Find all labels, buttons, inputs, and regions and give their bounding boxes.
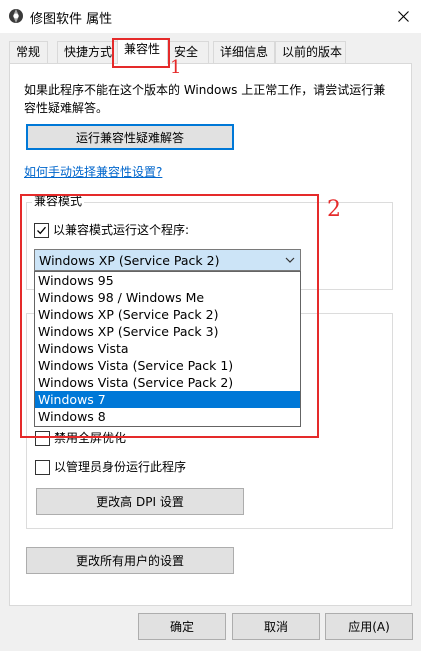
annotation-number-1: 1 [170, 57, 182, 78]
app-icon [8, 8, 24, 24]
tab-previous-versions[interactable]: 以前的版本 [275, 41, 346, 63]
change-dpi-button[interactable]: 更改高 DPI 设置 [36, 488, 244, 515]
annotation-box-2 [20, 194, 319, 438]
intro-text-line1: 如果此程序不能在这个版本的 Windows 上正常工作，请尝试运行兼 [24, 83, 386, 97]
run-troubleshooter-button[interactable]: 运行兼容性疑难解答 [26, 124, 234, 150]
run-as-admin-label: 以管理员身份运行此程序 [54, 460, 187, 474]
ok-button[interactable]: 确定 [138, 613, 226, 640]
tab-details[interactable]: 详细信息 [213, 41, 275, 63]
apply-button[interactable]: 应用(A) [325, 613, 413, 640]
window-title: 修图软件 属性 [30, 12, 113, 27]
annotation-box-1 [112, 38, 170, 68]
run-as-admin-row[interactable]: 以管理员身份运行此程序 [35, 458, 186, 476]
tab-shortcut[interactable]: 快捷方式 [57, 41, 118, 63]
annotation-number-2: 2 [327, 197, 341, 222]
close-button[interactable] [385, 0, 421, 33]
change-all-users-button[interactable]: 更改所有用户的设置 [26, 547, 234, 574]
run-as-admin-checkbox[interactable] [35, 459, 50, 475]
tab-general[interactable]: 常规 [9, 41, 48, 63]
intro-text-line2: 容性疑难解答。 [24, 101, 109, 115]
title-bar: 修图软件 属性 [0, 0, 421, 33]
cancel-button[interactable]: 取消 [232, 613, 320, 640]
close-icon [397, 11, 409, 22]
manual-settings-link[interactable]: 如何手动选择兼容性设置? [24, 163, 162, 181]
